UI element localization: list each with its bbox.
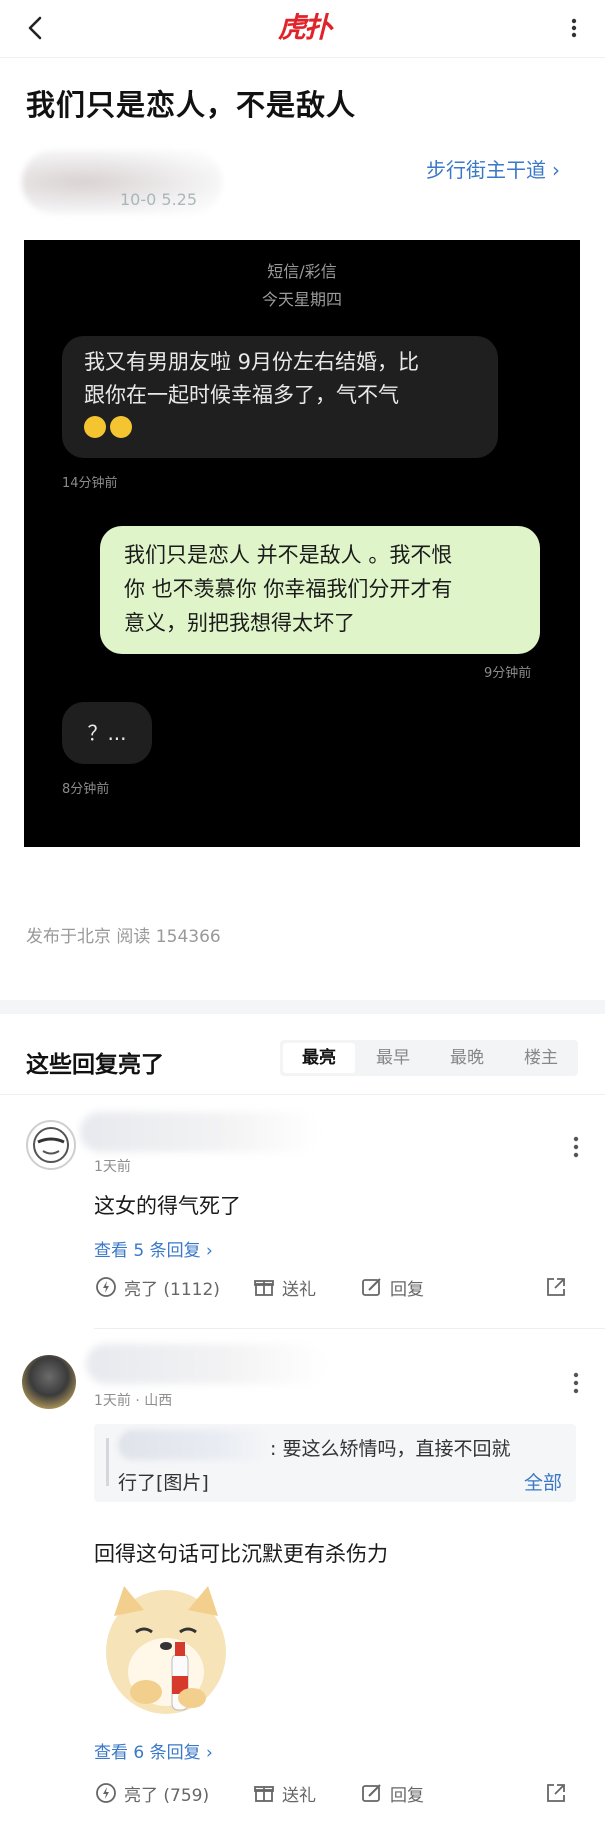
reply-label: 回复 <box>390 1279 424 1300</box>
outgoing-message-bubble: 我们只是恋人 并不是敌人 。我不恨 你 也不羡慕你 你幸福我们分开才有 意义，别… <box>100 526 540 654</box>
message-time: 14分钟前 <box>62 476 118 491</box>
more-options-icon[interactable] <box>560 12 588 44</box>
quote-text: : 要这么矫情吗，直接不回就 <box>270 1438 511 1460</box>
comment-actions: 亮了 (1112) 送礼 回复 <box>94 1272 574 1302</box>
view-replies-link[interactable]: 查看 6 条回复 › <box>94 1738 213 1763</box>
gift-button[interactable]: 送礼 <box>252 1272 316 1302</box>
tab-op-only[interactable]: 楼主 <box>505 1043 577 1073</box>
forum-link[interactable]: 步行街主干道 › <box>426 154 560 183</box>
gift-label: 送礼 <box>282 1279 316 1300</box>
message-line: 我又有男朋友啦 9月份左右结婚，比 <box>84 350 420 374</box>
share-button[interactable] <box>544 1272 574 1302</box>
incoming-message-bubble: 我又有男朋友啦 9月份左右结婚，比 跟你在一起时候幸福多了，气不气 <box>62 336 498 458</box>
quoted-username-blurred <box>118 1430 268 1460</box>
share-icon <box>547 1278 565 1296</box>
edit-reply-icon <box>362 1278 381 1296</box>
comment-text: 这女的得气死了 <box>94 1194 241 1218</box>
gift-icon <box>254 1280 274 1296</box>
username-blurred[interactable] <box>86 1344 326 1384</box>
username-blurred[interactable] <box>80 1112 320 1152</box>
view-replies-label: 查看 6 条回复 <box>94 1743 201 1763</box>
chevron-right-icon: › <box>552 158 560 182</box>
edit-reply-icon <box>362 1784 381 1802</box>
gift-icon <box>254 1786 274 1802</box>
message-time: 9分钟前 <box>484 666 532 681</box>
message-line: 我们只是恋人 并不是敌人 。我不恨 <box>124 543 453 567</box>
light-button[interactable]: 亮了 (759) <box>94 1778 209 1808</box>
gift-label: 送礼 <box>282 1785 316 1806</box>
post-time: 10-0 5.25 <box>120 190 198 209</box>
incoming-message-bubble: ？... <box>62 702 152 764</box>
gift-button[interactable]: 送礼 <box>252 1778 316 1808</box>
replies-section-title: 这些回复亮了 <box>26 1052 164 1078</box>
message-line: 你 也不羡慕你 你幸福我们分开才有 <box>124 577 453 601</box>
grinning-emoji-icon <box>84 416 106 438</box>
divider <box>0 1094 605 1095</box>
reply-button[interactable]: 回复 <box>360 1778 424 1808</box>
lightning-icon <box>96 1277 116 1297</box>
comment-meta: 1天前 <box>94 1159 131 1175</box>
divider <box>94 1328 605 1329</box>
tab-brightest[interactable]: 最亮 <box>283 1043 355 1073</box>
share-icon <box>547 1784 565 1802</box>
top-bar: 虎扑 <box>0 0 605 58</box>
sms-header-day: 今天星期四 <box>261 290 342 309</box>
more-options-icon[interactable] <box>566 1368 586 1398</box>
light-count: 亮了 (759) <box>124 1785 210 1806</box>
quote-bar <box>106 1438 109 1486</box>
quoted-reply[interactable]: : 要这么矫情吗，直接不回就 行了[图片] 全部 <box>94 1424 576 1502</box>
quote-text: 行了[图片] <box>118 1472 209 1494</box>
cartoon-face-icon <box>33 1127 69 1163</box>
back-arrow-icon[interactable] <box>18 10 54 46</box>
tab-earliest[interactable]: 最早 <box>357 1043 429 1073</box>
view-replies-label: 查看 5 条回复 <box>94 1241 201 1261</box>
more-options-icon[interactable] <box>566 1132 586 1162</box>
post-meta: 发布于北京 阅读 154366 <box>26 927 221 947</box>
grinning-emoji-icon <box>110 416 132 438</box>
message-line: 意义，别把我想得太坏了 <box>124 611 355 635</box>
comment-meta: 1天前 · 山西 <box>94 1393 173 1409</box>
reply-button[interactable]: 回复 <box>360 1272 424 1302</box>
sort-tabs: 最亮 最早 最晚 楼主 <box>280 1040 578 1076</box>
lightning-icon <box>96 1783 116 1803</box>
avatar[interactable] <box>26 1120 76 1170</box>
reply-label: 回复 <box>390 1785 424 1806</box>
message-line: 跟你在一起时候幸福多了，气不气 <box>84 383 399 407</box>
tab-latest[interactable]: 最晚 <box>431 1043 503 1073</box>
light-count: 亮了 (1112) <box>124 1279 220 1300</box>
light-button[interactable]: 亮了 (1112) <box>94 1272 220 1302</box>
emoji-row <box>84 412 476 445</box>
app-logo: 虎扑 <box>277 11 332 44</box>
comment-actions: 亮了 (759) 送礼 回复 <box>94 1778 574 1808</box>
quote-expand-link[interactable]: 全部 <box>524 1468 562 1495</box>
comment-text: 回得这句话可比沉默更有杀伤力 <box>94 1542 388 1566</box>
dog-sticker-image[interactable] <box>100 1580 232 1722</box>
sms-header-type: 短信/彩信 <box>267 262 337 281</box>
avatar[interactable] <box>22 1355 76 1409</box>
forum-link-label: 步行街主干道 <box>426 158 546 182</box>
post-image-sms-screenshot[interactable]: 短信/彩信 今天星期四 我又有男朋友啦 9月份左右结婚，比 跟你在一起时候幸福多… <box>24 240 580 847</box>
view-replies-link[interactable]: 查看 5 条回复 › <box>94 1236 213 1261</box>
post-title: 我们只是恋人，不是敌人 <box>26 88 357 122</box>
section-divider <box>0 1000 605 1014</box>
message-time: 8分钟前 <box>62 782 110 797</box>
share-button[interactable] <box>544 1778 574 1808</box>
